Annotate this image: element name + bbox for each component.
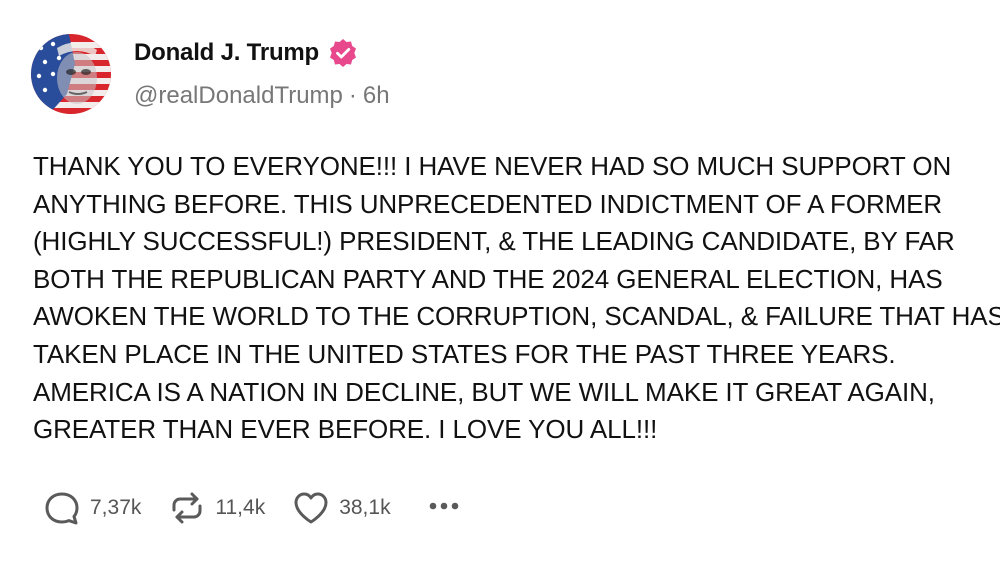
reply-button[interactable]: 7,37k: [42, 488, 141, 528]
repost-button[interactable]: 11,4k: [167, 488, 265, 528]
flag-portrait-image: [31, 34, 111, 114]
author-name-row: Donald J. Trump: [134, 37, 359, 69]
reply-count: 7,37k: [90, 496, 142, 519]
meta-separator: ·: [348, 82, 357, 109]
repost-count: 11,4k: [215, 496, 266, 519]
post-timestamp[interactable]: 6h: [363, 82, 390, 109]
heart-icon: [291, 488, 331, 528]
more-dots-icon: [425, 486, 465, 531]
author-handle[interactable]: @realDonaldTrump: [134, 82, 343, 109]
verified-badge-icon: [327, 37, 359, 69]
like-count: 38,1k: [339, 496, 391, 519]
author-avatar[interactable]: [31, 34, 111, 114]
author-display-name[interactable]: Donald J. Trump: [134, 39, 319, 67]
speech-bubble-icon: [42, 488, 82, 528]
more-options-button[interactable]: [425, 486, 465, 531]
repost-arrows-icon: [167, 488, 207, 528]
like-button[interactable]: 38,1k: [291, 488, 391, 528]
author-meta-row: @realDonaldTrump · 6h: [134, 82, 390, 110]
post-card: Donald J. Trump @realDonaldTrump · 6h THAN…: [0, 0, 1000, 567]
post-actions-bar: 7,37k 11,4k 38,1k: [42, 487, 465, 529]
post-body-text: THANK YOU TO EVERYONE!!! I HAVE NEVER HA…: [33, 151, 1000, 445]
